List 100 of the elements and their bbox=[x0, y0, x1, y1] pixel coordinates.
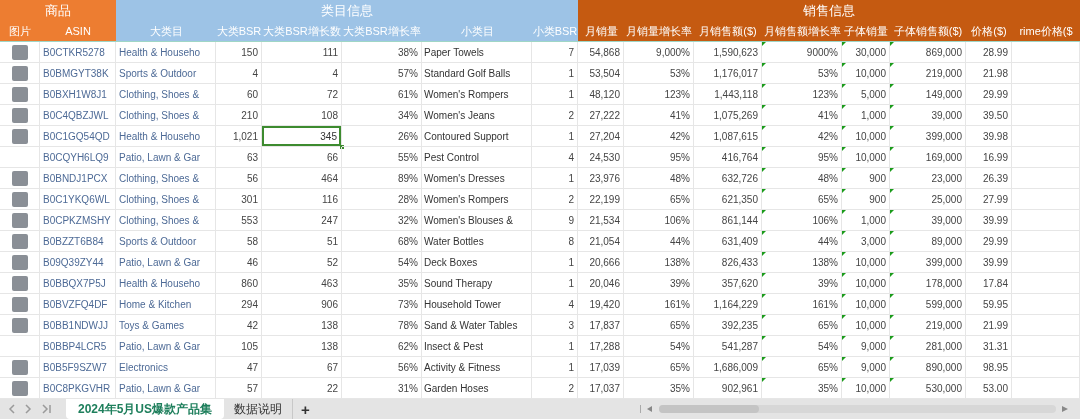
fill-handle[interactable] bbox=[340, 145, 344, 149]
table-cell-text: 59.95 bbox=[982, 297, 1009, 312]
table-cell-text: B0C1YKQ6WL bbox=[42, 192, 110, 207]
table-cell-text: 21.99 bbox=[982, 318, 1009, 333]
table-cell-text: 20,666 bbox=[589, 255, 621, 270]
error-indicator-icon bbox=[842, 105, 846, 109]
table-cell-text: 67 bbox=[326, 360, 339, 375]
table-cell-text: 39.99 bbox=[982, 213, 1009, 228]
table-cell-text: Sports & Outdoor bbox=[118, 234, 197, 249]
scrollbar-thumb[interactable] bbox=[659, 405, 759, 413]
table-cell-text: 399,000 bbox=[925, 129, 963, 144]
table-cell-text: 1 bbox=[568, 171, 575, 186]
table-cell-text: Patio, Lawn & Gar bbox=[118, 381, 201, 396]
sheet-tab[interactable]: 数据说明 bbox=[224, 399, 294, 419]
error-indicator-icon bbox=[890, 189, 894, 193]
table-cell-text: B0C8PKGVHR bbox=[42, 381, 111, 396]
table-cell-text: Water Bottles bbox=[423, 234, 484, 249]
table-cell-text: 210 bbox=[241, 108, 259, 123]
error-indicator-icon bbox=[842, 378, 846, 382]
table-cell-text: 48% bbox=[670, 171, 691, 186]
error-indicator-icon bbox=[890, 42, 894, 46]
error-indicator-icon bbox=[842, 42, 846, 46]
table-cell-text: 9 bbox=[568, 213, 575, 228]
column-header: 大类BSR增长数 bbox=[262, 21, 342, 42]
table-cell-text: 17.84 bbox=[982, 276, 1009, 291]
table-cell-text: 39,000 bbox=[931, 108, 963, 123]
error-indicator-icon bbox=[890, 273, 894, 277]
table-cell-text: 20,046 bbox=[589, 276, 621, 291]
horizontal-scrollbar[interactable] bbox=[659, 405, 1056, 413]
error-indicator-icon bbox=[842, 147, 846, 151]
sheet-tab[interactable]: 2024年5月US爆款产品集 bbox=[66, 399, 225, 419]
table-cell-text: 27,222 bbox=[589, 108, 621, 123]
table-cell-text: 219,000 bbox=[925, 66, 963, 81]
table-cell-text: 32% bbox=[398, 213, 419, 228]
table-cell-text: 826,433 bbox=[721, 255, 759, 270]
table-cell-text: 39% bbox=[818, 276, 839, 291]
column-header: 小类BSR bbox=[532, 21, 578, 42]
group-header: 类目信息 bbox=[116, 0, 578, 21]
table-cell-text: 95% bbox=[818, 150, 839, 165]
table-cell-text: Activity & Fitness bbox=[423, 360, 501, 375]
error-indicator-icon bbox=[762, 189, 766, 193]
error-indicator-icon bbox=[842, 231, 846, 235]
error-indicator-icon bbox=[762, 273, 766, 277]
error-indicator-icon bbox=[890, 231, 894, 235]
table-cell-text: 17,037 bbox=[589, 381, 621, 396]
table-cell-text: 392,235 bbox=[721, 318, 759, 333]
table-cell-text: 38% bbox=[398, 45, 419, 60]
table-cell-text: 1,590,623 bbox=[713, 45, 759, 60]
table-cell-text: 89% bbox=[398, 171, 419, 186]
scroll-left-icon[interactable] bbox=[647, 406, 653, 412]
error-indicator-icon bbox=[890, 357, 894, 361]
table-cell-text: 464 bbox=[321, 171, 339, 186]
previous-icon[interactable] bbox=[8, 404, 15, 414]
table-cell-text: 39.99 bbox=[982, 255, 1009, 270]
last-sheet-icon[interactable] bbox=[42, 404, 52, 414]
table-cell-text: 1 bbox=[568, 129, 575, 144]
table-cell-text: 54% bbox=[818, 339, 839, 354]
table-cell-text: Health & Househo bbox=[118, 45, 201, 60]
table-cell-text: 54% bbox=[670, 339, 691, 354]
table-cell-text: Patio, Lawn & Gar bbox=[118, 339, 201, 354]
error-indicator-icon bbox=[890, 147, 894, 151]
table-cell-text: 294 bbox=[241, 297, 259, 312]
table-cell-text: 48,120 bbox=[589, 87, 621, 102]
table-cell-text: Health & Househo bbox=[118, 276, 201, 291]
table-cell-text: B0CTKR5278 bbox=[42, 45, 105, 60]
table-cell-text: Sports & Outdoor bbox=[118, 66, 197, 81]
selected-cell[interactable]: 345 bbox=[262, 126, 341, 146]
add-sheet-button[interactable]: + bbox=[293, 399, 318, 419]
table-cell-text: 111 bbox=[322, 45, 339, 60]
table-cell-text: Sand & Water Tables bbox=[423, 318, 518, 333]
table-cell-text: 60 bbox=[246, 87, 259, 102]
error-indicator-icon bbox=[842, 357, 846, 361]
table-cell-text: B0BMGYT38K bbox=[42, 66, 109, 81]
table-cell-text: 28.99 bbox=[982, 45, 1009, 60]
table-cell-text: 860 bbox=[241, 276, 259, 291]
table-cell-text: 116 bbox=[322, 192, 339, 207]
table-cell-text: 22 bbox=[326, 381, 339, 396]
column-header: rime价格($ bbox=[1012, 21, 1080, 42]
table-cell-text: 35% bbox=[670, 381, 691, 396]
error-indicator-icon bbox=[842, 84, 846, 88]
table-cell-text: 416,764 bbox=[721, 150, 759, 165]
table-cell-text: 9,000% bbox=[656, 45, 691, 60]
table-cell-text: Women's Jeans bbox=[423, 108, 495, 123]
scroll-right-icon[interactable] bbox=[1062, 406, 1068, 412]
error-indicator-icon bbox=[890, 252, 894, 256]
table-cell-text: B0BXH1W8J1 bbox=[42, 87, 107, 102]
table-cell-text: 48% bbox=[818, 171, 839, 186]
table-cell-text: 62% bbox=[398, 339, 419, 354]
error-indicator-icon bbox=[762, 63, 766, 67]
table-cell-text: 57% bbox=[398, 66, 419, 81]
column-header: 大类BSR bbox=[216, 21, 262, 42]
table-cell-text: 57 bbox=[246, 381, 259, 396]
table-cell-text: 53% bbox=[818, 66, 839, 81]
next-icon[interactable] bbox=[25, 404, 32, 414]
table-cell-text: Electronics bbox=[118, 360, 168, 375]
table-cell-text: Women's Rompers bbox=[423, 192, 509, 207]
table-cell-text: 106% bbox=[812, 213, 839, 228]
table-cell-text: Clothing, Shoes & bbox=[118, 108, 200, 123]
group-header: 销售信息 bbox=[578, 0, 1080, 21]
table-cell-text: 169,000 bbox=[925, 150, 963, 165]
